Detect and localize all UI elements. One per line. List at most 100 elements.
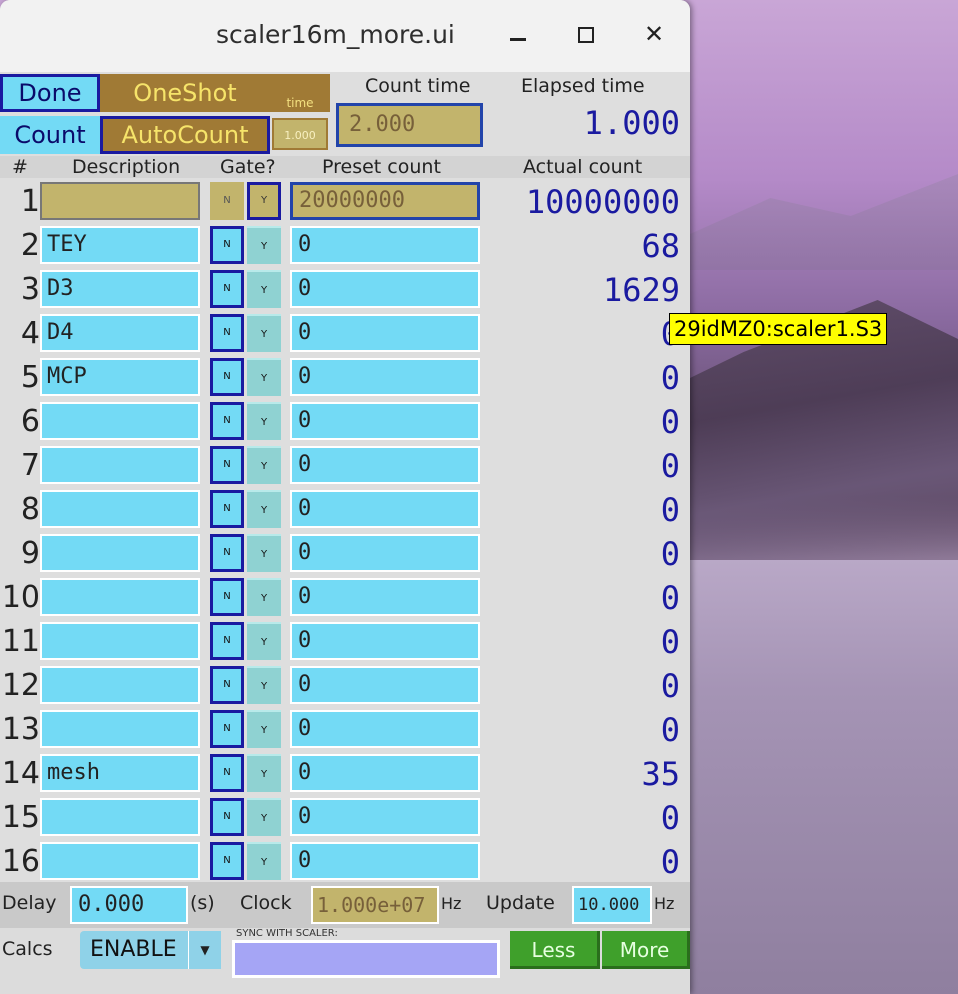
count-time-input[interactable]: 2.000 bbox=[336, 103, 483, 147]
preset-count-input[interactable]: 0 bbox=[290, 314, 480, 352]
gate-y-button[interactable]: Y bbox=[247, 754, 281, 792]
description-input[interactable]: TEY bbox=[40, 226, 200, 264]
maximize-button[interactable] bbox=[568, 16, 604, 52]
description-input[interactable] bbox=[40, 666, 200, 704]
actual-count-value: 0 bbox=[660, 667, 680, 705]
delay-input[interactable]: 0.000 bbox=[70, 886, 188, 924]
description-input[interactable] bbox=[40, 798, 200, 836]
num-header: # bbox=[12, 156, 28, 178]
channel-row: 11 N Y 0 0 bbox=[0, 620, 690, 664]
channel-number: 7 bbox=[20, 448, 40, 483]
gate-n-button[interactable]: N bbox=[210, 446, 244, 484]
description-input[interactable] bbox=[40, 534, 200, 572]
preset-count-input[interactable]: 0 bbox=[290, 402, 480, 440]
gate-n-button[interactable]: N bbox=[210, 798, 244, 836]
description-input[interactable]: D3 bbox=[40, 270, 200, 308]
gate-y-button[interactable]: Y bbox=[247, 578, 281, 616]
gate-y-button[interactable]: Y bbox=[247, 534, 281, 572]
description-input[interactable] bbox=[40, 402, 200, 440]
channel-row: 7NY00 bbox=[0, 444, 690, 488]
description-input[interactable]: MCP bbox=[40, 358, 200, 396]
gate-y-button[interactable]: Y bbox=[247, 490, 281, 528]
gate-n-button[interactable]: N bbox=[210, 490, 244, 528]
preset-count-input[interactable]: 0 bbox=[290, 622, 480, 660]
gate-n-button[interactable]: N bbox=[210, 578, 244, 616]
clock-label: Clock bbox=[240, 892, 292, 914]
count-time-header: Count time bbox=[365, 75, 471, 97]
gate-n-button[interactable]: N bbox=[210, 226, 244, 264]
gate-n-button[interactable]: N bbox=[210, 754, 244, 792]
description-input[interactable] bbox=[40, 446, 200, 484]
title-bar[interactable]: scaler16m_more.ui ✕ bbox=[0, 0, 690, 72]
gate-y-button[interactable]: Y bbox=[247, 622, 281, 660]
channel-row: 4D4NY00 bbox=[0, 312, 690, 356]
gate-n-button[interactable]: N bbox=[210, 534, 244, 572]
minimize-button[interactable] bbox=[500, 16, 536, 52]
count-button[interactable]: Count bbox=[0, 116, 100, 154]
gate-y-button[interactable]: Y bbox=[247, 182, 281, 220]
gate-y-button[interactable]: Y bbox=[247, 314, 281, 352]
gate-y-button[interactable]: Y bbox=[247, 798, 281, 836]
background-lake bbox=[690, 560, 958, 994]
description-input[interactable] bbox=[40, 622, 200, 660]
description-input[interactable] bbox=[40, 490, 200, 528]
gate-n-button[interactable]: N bbox=[210, 182, 244, 220]
autocount-time-field[interactable]: 1.000 bbox=[272, 118, 328, 150]
gate-n-button[interactable]: N bbox=[210, 666, 244, 704]
actual-count-value: 0 bbox=[660, 491, 680, 529]
description-input[interactable]: mesh bbox=[40, 754, 200, 792]
gate-n-button[interactable]: N bbox=[210, 402, 244, 440]
description-header: Description bbox=[72, 156, 181, 178]
gate-n-button[interactable]: N bbox=[210, 314, 244, 352]
description-input[interactable] bbox=[40, 578, 200, 616]
channel-number: 10 bbox=[1, 580, 40, 615]
sync-label: SYNC WITH SCALER: bbox=[236, 928, 338, 939]
preset-count-input[interactable]: 0 bbox=[290, 446, 480, 484]
channel-row: 15 N Y 0 0 bbox=[0, 796, 690, 840]
oneshot-button[interactable]: OneShot bbox=[100, 74, 270, 112]
description-input[interactable] bbox=[40, 710, 200, 748]
gate-y-button[interactable]: Y bbox=[247, 226, 281, 264]
gate-n-button[interactable]: N bbox=[210, 358, 244, 396]
gate-y-button[interactable]: Y bbox=[247, 710, 281, 748]
preset-count-input[interactable]: 0 bbox=[290, 798, 480, 836]
preset-count-input[interactable]: 0 bbox=[290, 710, 480, 748]
channel-row: 3 D3 N Y 0 1629 bbox=[0, 268, 690, 312]
preset-count-input[interactable]: 0 bbox=[290, 666, 480, 704]
autocount-button[interactable]: AutoCount bbox=[100, 116, 270, 154]
chevron-down-icon[interactable]: ▼ bbox=[188, 931, 221, 969]
description-input[interactable] bbox=[40, 182, 200, 220]
gate-n-button[interactable]: N bbox=[210, 842, 244, 880]
preset-count-input[interactable]: 0 bbox=[290, 578, 480, 616]
channel-number: 15 bbox=[1, 800, 40, 835]
less-button[interactable]: Less bbox=[510, 931, 600, 969]
more-button[interactable]: More bbox=[602, 931, 690, 969]
gate-y-button[interactable]: Y bbox=[247, 358, 281, 396]
gate-n-button[interactable]: N bbox=[210, 710, 244, 748]
gate-y-button[interactable]: Y bbox=[247, 842, 281, 880]
gate-n-button[interactable]: N bbox=[210, 270, 244, 308]
description-input[interactable]: D4 bbox=[40, 314, 200, 352]
preset-count-input[interactable]: 0 bbox=[290, 842, 480, 880]
preset-count-input[interactable]: 20000000 bbox=[290, 182, 480, 220]
gate-y-button[interactable]: Y bbox=[247, 270, 281, 308]
close-button[interactable]: ✕ bbox=[636, 16, 672, 52]
preset-count-input[interactable]: 0 bbox=[290, 534, 480, 572]
gate-y-button[interactable]: Y bbox=[247, 402, 281, 440]
update-label: Update bbox=[486, 892, 555, 914]
preset-count-input[interactable]: 0 bbox=[290, 490, 480, 528]
preset-count-input[interactable]: 0 bbox=[290, 754, 480, 792]
gate-y-button[interactable]: Y bbox=[247, 446, 281, 484]
preset-count-input[interactable]: 0 bbox=[290, 226, 480, 264]
description-input[interactable] bbox=[40, 842, 200, 880]
preset-count-input[interactable]: 0 bbox=[290, 358, 480, 396]
gate-n-button[interactable]: N bbox=[210, 622, 244, 660]
update-rate-input[interactable]: 10.000 bbox=[572, 886, 652, 924]
preset-count-input[interactable]: 0 bbox=[290, 270, 480, 308]
done-button[interactable]: Done bbox=[0, 74, 100, 112]
actual-count-value: 35 bbox=[641, 755, 680, 793]
gate-y-button[interactable]: Y bbox=[247, 666, 281, 704]
sync-field[interactable] bbox=[232, 940, 500, 978]
elapsed-time-value: 1.000 bbox=[583, 104, 680, 142]
channel-number: 5 bbox=[20, 360, 40, 395]
